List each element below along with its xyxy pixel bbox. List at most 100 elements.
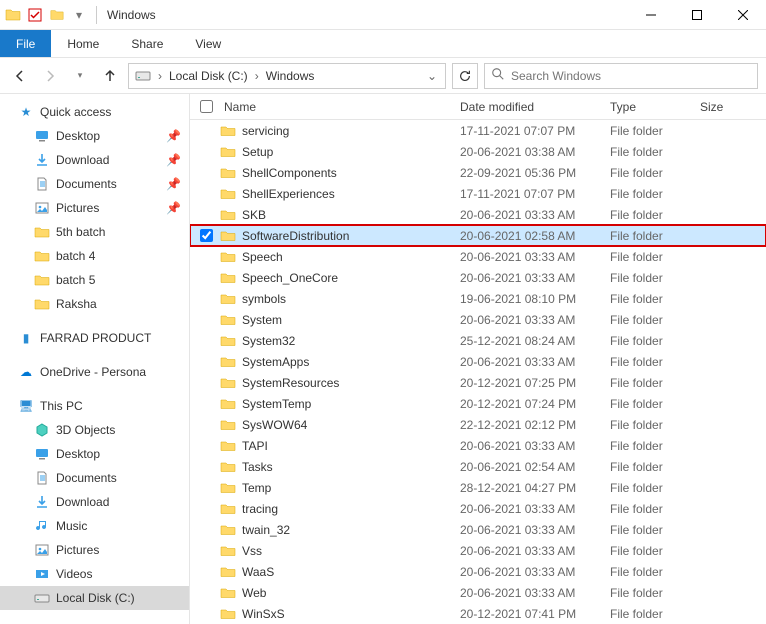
- tab-share[interactable]: Share: [115, 30, 179, 57]
- file-tab[interactable]: File: [0, 30, 51, 57]
- file-name-cell[interactable]: Web: [218, 585, 454, 601]
- qat-checkbox-icon[interactable]: [26, 6, 44, 24]
- file-name-cell[interactable]: Temp: [218, 480, 454, 496]
- column-type[interactable]: Type: [604, 100, 694, 114]
- file-name-cell[interactable]: WinSxS: [218, 606, 454, 622]
- minimize-button[interactable]: [628, 0, 674, 30]
- table-row[interactable]: System32 25-12-2021 08:24 AM File folder: [190, 330, 766, 351]
- nav-this-pc[interactable]: 🖥 This PC: [0, 394, 189, 418]
- nav-qa-item[interactable]: batch 5: [0, 268, 189, 292]
- table-row[interactable]: Setup 20-06-2021 03:38 AM File folder: [190, 141, 766, 162]
- file-name-cell[interactable]: tracing: [218, 501, 454, 517]
- nav-pc-item[interactable]: Download: [0, 490, 189, 514]
- file-name-cell[interactable]: servicing: [218, 123, 454, 139]
- file-name-cell[interactable]: twain_32: [218, 522, 454, 538]
- refresh-button[interactable]: [452, 63, 478, 89]
- nav-qa-item[interactable]: Documents📌: [0, 172, 189, 196]
- file-name-cell[interactable]: Vss: [218, 543, 454, 559]
- file-name-cell[interactable]: TAPI: [218, 438, 454, 454]
- nav-qa-item[interactable]: 5th batch: [0, 220, 189, 244]
- file-name-cell[interactable]: SoftwareDistribution: [218, 228, 454, 244]
- tab-view[interactable]: View: [179, 30, 237, 57]
- file-name-cell[interactable]: ShellExperiences: [218, 186, 454, 202]
- nav-pc-item[interactable]: Music: [0, 514, 189, 538]
- row-checkbox[interactable]: [194, 229, 218, 242]
- table-row[interactable]: TAPI 20-06-2021 03:33 AM File folder: [190, 435, 766, 456]
- nav-qa-item[interactable]: batch 4: [0, 244, 189, 268]
- breadcrumb-segment[interactable]: Windows: [262, 64, 319, 88]
- nav-onedrive[interactable]: ☁ OneDrive - Persona: [0, 360, 189, 384]
- nav-pc-item[interactable]: Documents: [0, 466, 189, 490]
- up-button[interactable]: [98, 64, 122, 88]
- file-name-cell[interactable]: SKB: [218, 207, 454, 223]
- breadcrumb-dropdown-icon[interactable]: ⌄: [421, 69, 443, 83]
- file-name-cell[interactable]: ShellComponents: [218, 165, 454, 181]
- nav-pc-item[interactable]: Local Disk (C:): [0, 586, 189, 610]
- nav-pc-item[interactable]: Pictures: [0, 538, 189, 562]
- file-name-cell[interactable]: SystemApps: [218, 354, 454, 370]
- nav-qa-item[interactable]: Download📌: [0, 148, 189, 172]
- column-size[interactable]: Size: [694, 100, 744, 114]
- nav-qa-item[interactable]: Pictures📌: [0, 196, 189, 220]
- file-name-cell[interactable]: SysWOW64: [218, 417, 454, 433]
- search-box[interactable]: [484, 63, 758, 89]
- nav-pc-item[interactable]: 3D Objects: [0, 418, 189, 442]
- table-row[interactable]: Temp 28-12-2021 04:27 PM File folder: [190, 477, 766, 498]
- nav-farrad[interactable]: ▮ FARRAD PRODUCT: [0, 326, 189, 350]
- recent-locations-button[interactable]: ▾: [68, 64, 92, 88]
- table-row[interactable]: SysWOW64 22-12-2021 02:12 PM File folder: [190, 414, 766, 435]
- select-all-checkbox[interactable]: [194, 100, 218, 113]
- table-row[interactable]: twain_32 20-06-2021 03:33 AM File folder: [190, 519, 766, 540]
- table-row[interactable]: Tasks 20-06-2021 02:54 AM File folder: [190, 456, 766, 477]
- nav-qa-item[interactable]: Desktop📌: [0, 124, 189, 148]
- qat-dropdown-icon[interactable]: ▾: [70, 6, 88, 24]
- table-row[interactable]: SystemApps 20-06-2021 03:33 AM File fold…: [190, 351, 766, 372]
- videos-icon: [34, 566, 50, 582]
- tab-home[interactable]: Home: [51, 30, 115, 57]
- nav-pc-item[interactable]: Videos: [0, 562, 189, 586]
- nav-quick-access[interactable]: ★ Quick access: [0, 100, 189, 124]
- maximize-button[interactable]: [674, 0, 720, 30]
- column-date[interactable]: Date modified: [454, 100, 604, 114]
- table-row[interactable]: SoftwareDistribution 20-06-2021 02:58 AM…: [190, 225, 766, 246]
- file-name-cell[interactable]: WaaS: [218, 564, 454, 580]
- table-row[interactable]: symbols 19-06-2021 08:10 PM File folder: [190, 288, 766, 309]
- forward-button[interactable]: [38, 64, 62, 88]
- nav-pc-item[interactable]: Desktop: [0, 442, 189, 466]
- table-row[interactable]: Speech 20-06-2021 03:33 AM File folder: [190, 246, 766, 267]
- search-input[interactable]: [511, 69, 751, 83]
- qat-folder-icon[interactable]: [48, 6, 66, 24]
- breadcrumb[interactable]: › Local Disk (C:) › Windows ⌄: [128, 63, 446, 89]
- file-name-cell[interactable]: Tasks: [218, 459, 454, 475]
- table-row[interactable]: ShellComponents 22-09-2021 05:36 PM File…: [190, 162, 766, 183]
- file-name-cell[interactable]: System: [218, 312, 454, 328]
- table-row[interactable]: ShellExperiences 17-11-2021 07:07 PM Fil…: [190, 183, 766, 204]
- nav-qa-item[interactable]: Raksha: [0, 292, 189, 316]
- file-name-cell[interactable]: SystemResources: [218, 375, 454, 391]
- file-name-cell[interactable]: Speech: [218, 249, 454, 265]
- column-name[interactable]: Name: [218, 100, 454, 114]
- file-name-cell[interactable]: System32: [218, 333, 454, 349]
- navigation-pane[interactable]: ★ Quick access Desktop📌Download📌Document…: [0, 94, 190, 624]
- table-row[interactable]: Vss 20-06-2021 03:33 AM File folder: [190, 540, 766, 561]
- file-name-cell[interactable]: SystemTemp: [218, 396, 454, 412]
- file-name-cell[interactable]: symbols: [218, 291, 454, 307]
- chevron-right-icon[interactable]: ›: [155, 69, 165, 83]
- table-row[interactable]: Speech_OneCore 20-06-2021 03:33 AM File …: [190, 267, 766, 288]
- table-row[interactable]: WinSxS 20-12-2021 07:41 PM File folder: [190, 603, 766, 624]
- table-row[interactable]: servicing 17-11-2021 07:07 PM File folde…: [190, 120, 766, 141]
- table-row[interactable]: SKB 20-06-2021 03:33 AM File folder: [190, 204, 766, 225]
- close-button[interactable]: [720, 0, 766, 30]
- breadcrumb-segment[interactable]: Local Disk (C:): [165, 64, 252, 88]
- back-button[interactable]: [8, 64, 32, 88]
- chevron-right-icon[interactable]: ›: [252, 69, 262, 83]
- file-name-cell[interactable]: Speech_OneCore: [218, 270, 454, 286]
- file-list[interactable]: servicing 17-11-2021 07:07 PM File folde…: [190, 120, 766, 624]
- table-row[interactable]: Web 20-06-2021 03:33 AM File folder: [190, 582, 766, 603]
- table-row[interactable]: System 20-06-2021 03:33 AM File folder: [190, 309, 766, 330]
- table-row[interactable]: SystemTemp 20-12-2021 07:24 PM File fold…: [190, 393, 766, 414]
- file-name-cell[interactable]: Setup: [218, 144, 454, 160]
- table-row[interactable]: WaaS 20-06-2021 03:33 AM File folder: [190, 561, 766, 582]
- table-row[interactable]: SystemResources 20-12-2021 07:25 PM File…: [190, 372, 766, 393]
- table-row[interactable]: tracing 20-06-2021 03:33 AM File folder: [190, 498, 766, 519]
